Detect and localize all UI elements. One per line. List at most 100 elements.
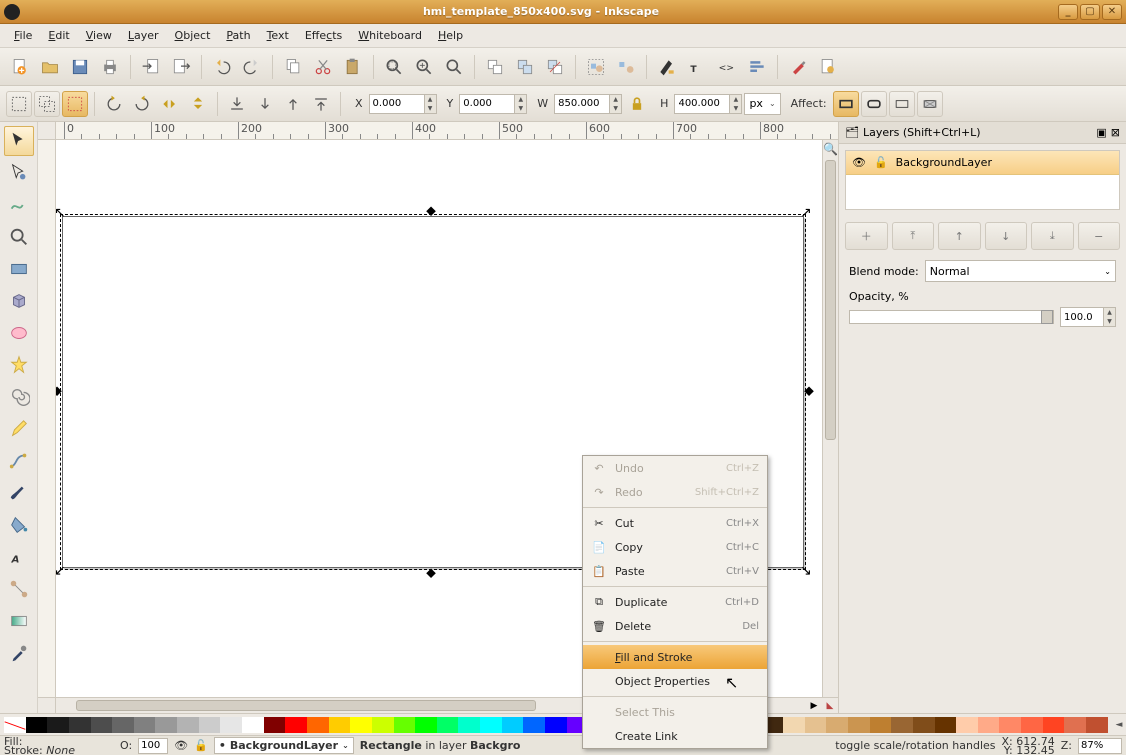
- menu-text[interactable]: Text: [259, 26, 297, 45]
- color-palette[interactable]: [4, 717, 1108, 733]
- status-layer-select[interactable]: •BackgroundLayer⌄: [214, 737, 354, 754]
- ctx-paste[interactable]: 📋PasteCtrl+V: [583, 559, 767, 583]
- menu-file[interactable]: File: [6, 26, 40, 45]
- rotate-ccw-button[interactable]: [101, 91, 127, 117]
- rotate-cw-button[interactable]: [129, 91, 155, 117]
- swatch[interactable]: [69, 717, 91, 733]
- layer-row[interactable]: 👁 🔓 BackgroundLayer: [846, 151, 1119, 175]
- swatch[interactable]: [1064, 717, 1086, 733]
- swatch[interactable]: [523, 717, 545, 733]
- zoom-drawing-button[interactable]: [410, 53, 438, 81]
- ctx-duplicate[interactable]: ⧉DuplicateCtrl+D: [583, 590, 767, 614]
- swatch[interactable]: [935, 717, 957, 733]
- swatch[interactable]: [199, 717, 221, 733]
- handle-w[interactable]: ⬥: [56, 386, 62, 396]
- layer-remove-button[interactable]: −: [1078, 222, 1121, 250]
- swatch[interactable]: [1086, 717, 1108, 733]
- palette-scroll-left[interactable]: ◄: [1112, 720, 1126, 730]
- opacity-input[interactable]: ▲▼: [1060, 307, 1116, 327]
- undo-button[interactable]: [208, 53, 236, 81]
- redo-button[interactable]: [238, 53, 266, 81]
- status-eye-icon[interactable]: 👁: [174, 739, 188, 752]
- deselect-button[interactable]: [62, 91, 88, 117]
- select-all-layers-button[interactable]: [34, 91, 60, 117]
- affect-stroke-button[interactable]: [833, 91, 859, 117]
- swatch[interactable]: [848, 717, 870, 733]
- swatch[interactable]: [394, 717, 416, 733]
- zoom-selection-button[interactable]: [380, 53, 408, 81]
- duplicate-button[interactable]: [481, 53, 509, 81]
- swatch[interactable]: [1021, 717, 1043, 733]
- swatch[interactable]: [177, 717, 199, 733]
- lock-aspect-button[interactable]: [624, 91, 650, 117]
- h-input[interactable]: ▲▼: [674, 94, 742, 114]
- swatch[interactable]: [1043, 717, 1065, 733]
- swatch[interactable]: [805, 717, 827, 733]
- zoom-input[interactable]: [1078, 738, 1122, 754]
- menu-whiteboard[interactable]: Whiteboard: [350, 26, 430, 45]
- gradient-tool[interactable]: [4, 606, 34, 636]
- swatch[interactable]: [155, 717, 177, 733]
- layer-down-button[interactable]: ↓: [985, 222, 1028, 250]
- import-button[interactable]: [137, 53, 165, 81]
- close-button[interactable]: ✕: [1102, 4, 1122, 20]
- layer-visible-icon[interactable]: 👁: [852, 156, 866, 169]
- x-input[interactable]: ▲▼: [369, 94, 437, 114]
- unit-select[interactable]: px⌄: [744, 93, 780, 115]
- opacity-slider[interactable]: [849, 310, 1054, 324]
- swatch[interactable]: [307, 717, 329, 733]
- swatch[interactable]: [350, 717, 372, 733]
- minimize-button[interactable]: _: [1058, 4, 1078, 20]
- swatch-none[interactable]: [4, 717, 26, 733]
- scroll-right-icon[interactable]: ▶: [806, 698, 822, 713]
- text-button[interactable]: T: [683, 53, 711, 81]
- menu-object[interactable]: Object: [167, 26, 219, 45]
- pencil-tool[interactable]: [4, 414, 34, 444]
- ruler-horizontal[interactable]: 0100200300400500600700800: [56, 122, 838, 140]
- tweak-tool[interactable]: [4, 190, 34, 220]
- swatch[interactable]: [826, 717, 848, 733]
- swatch[interactable]: [112, 717, 134, 733]
- swatch[interactable]: [47, 717, 69, 733]
- swatch[interactable]: [91, 717, 113, 733]
- handle-ne[interactable]: ↗: [800, 208, 810, 218]
- raise-top-button[interactable]: [308, 91, 334, 117]
- text-tool[interactable]: A: [4, 542, 34, 572]
- swatch[interactable]: [285, 717, 307, 733]
- menu-path[interactable]: Path: [218, 26, 258, 45]
- new-button[interactable]: [6, 53, 34, 81]
- handle-s[interactable]: ⬥: [426, 568, 436, 578]
- copy-button[interactable]: [279, 53, 307, 81]
- handle-n[interactable]: ⬥: [426, 206, 436, 216]
- menu-help[interactable]: Help: [430, 26, 471, 45]
- 3dbox-tool[interactable]: [4, 286, 34, 316]
- maximize-button[interactable]: ▢: [1080, 4, 1100, 20]
- select-all-button[interactable]: [6, 91, 32, 117]
- ctx-create-link[interactable]: Create Link: [583, 724, 767, 748]
- clone-button[interactable]: [511, 53, 539, 81]
- zoom-icon[interactable]: 🔍: [823, 142, 838, 156]
- layer-top-button[interactable]: ⤒: [892, 222, 935, 250]
- swatch[interactable]: [783, 717, 805, 733]
- swatch[interactable]: [372, 717, 394, 733]
- calligraphy-tool[interactable]: [4, 478, 34, 508]
- node-tool[interactable]: [4, 158, 34, 188]
- connector-tool[interactable]: [4, 574, 34, 604]
- cut-button[interactable]: [309, 53, 337, 81]
- affect-pattern-button[interactable]: [917, 91, 943, 117]
- ctx-object-properties[interactable]: Object Properties: [583, 669, 767, 693]
- print-button[interactable]: [96, 53, 124, 81]
- swatch[interactable]: [242, 717, 264, 733]
- panel-close-button[interactable]: ⊠: [1111, 126, 1120, 139]
- prefs-button[interactable]: [784, 53, 812, 81]
- swatch[interactable]: [956, 717, 978, 733]
- group-button[interactable]: [582, 53, 610, 81]
- align-button[interactable]: [743, 53, 771, 81]
- y-input[interactable]: ▲▼: [459, 94, 527, 114]
- ellipse-tool[interactable]: [4, 318, 34, 348]
- layer-bottom-button[interactable]: ⤓: [1031, 222, 1074, 250]
- palette-chevron-icon[interactable]: ◣: [822, 698, 838, 713]
- handle-se[interactable]: ↘: [800, 566, 810, 576]
- xml-button[interactable]: <>: [713, 53, 741, 81]
- open-button[interactable]: [36, 53, 64, 81]
